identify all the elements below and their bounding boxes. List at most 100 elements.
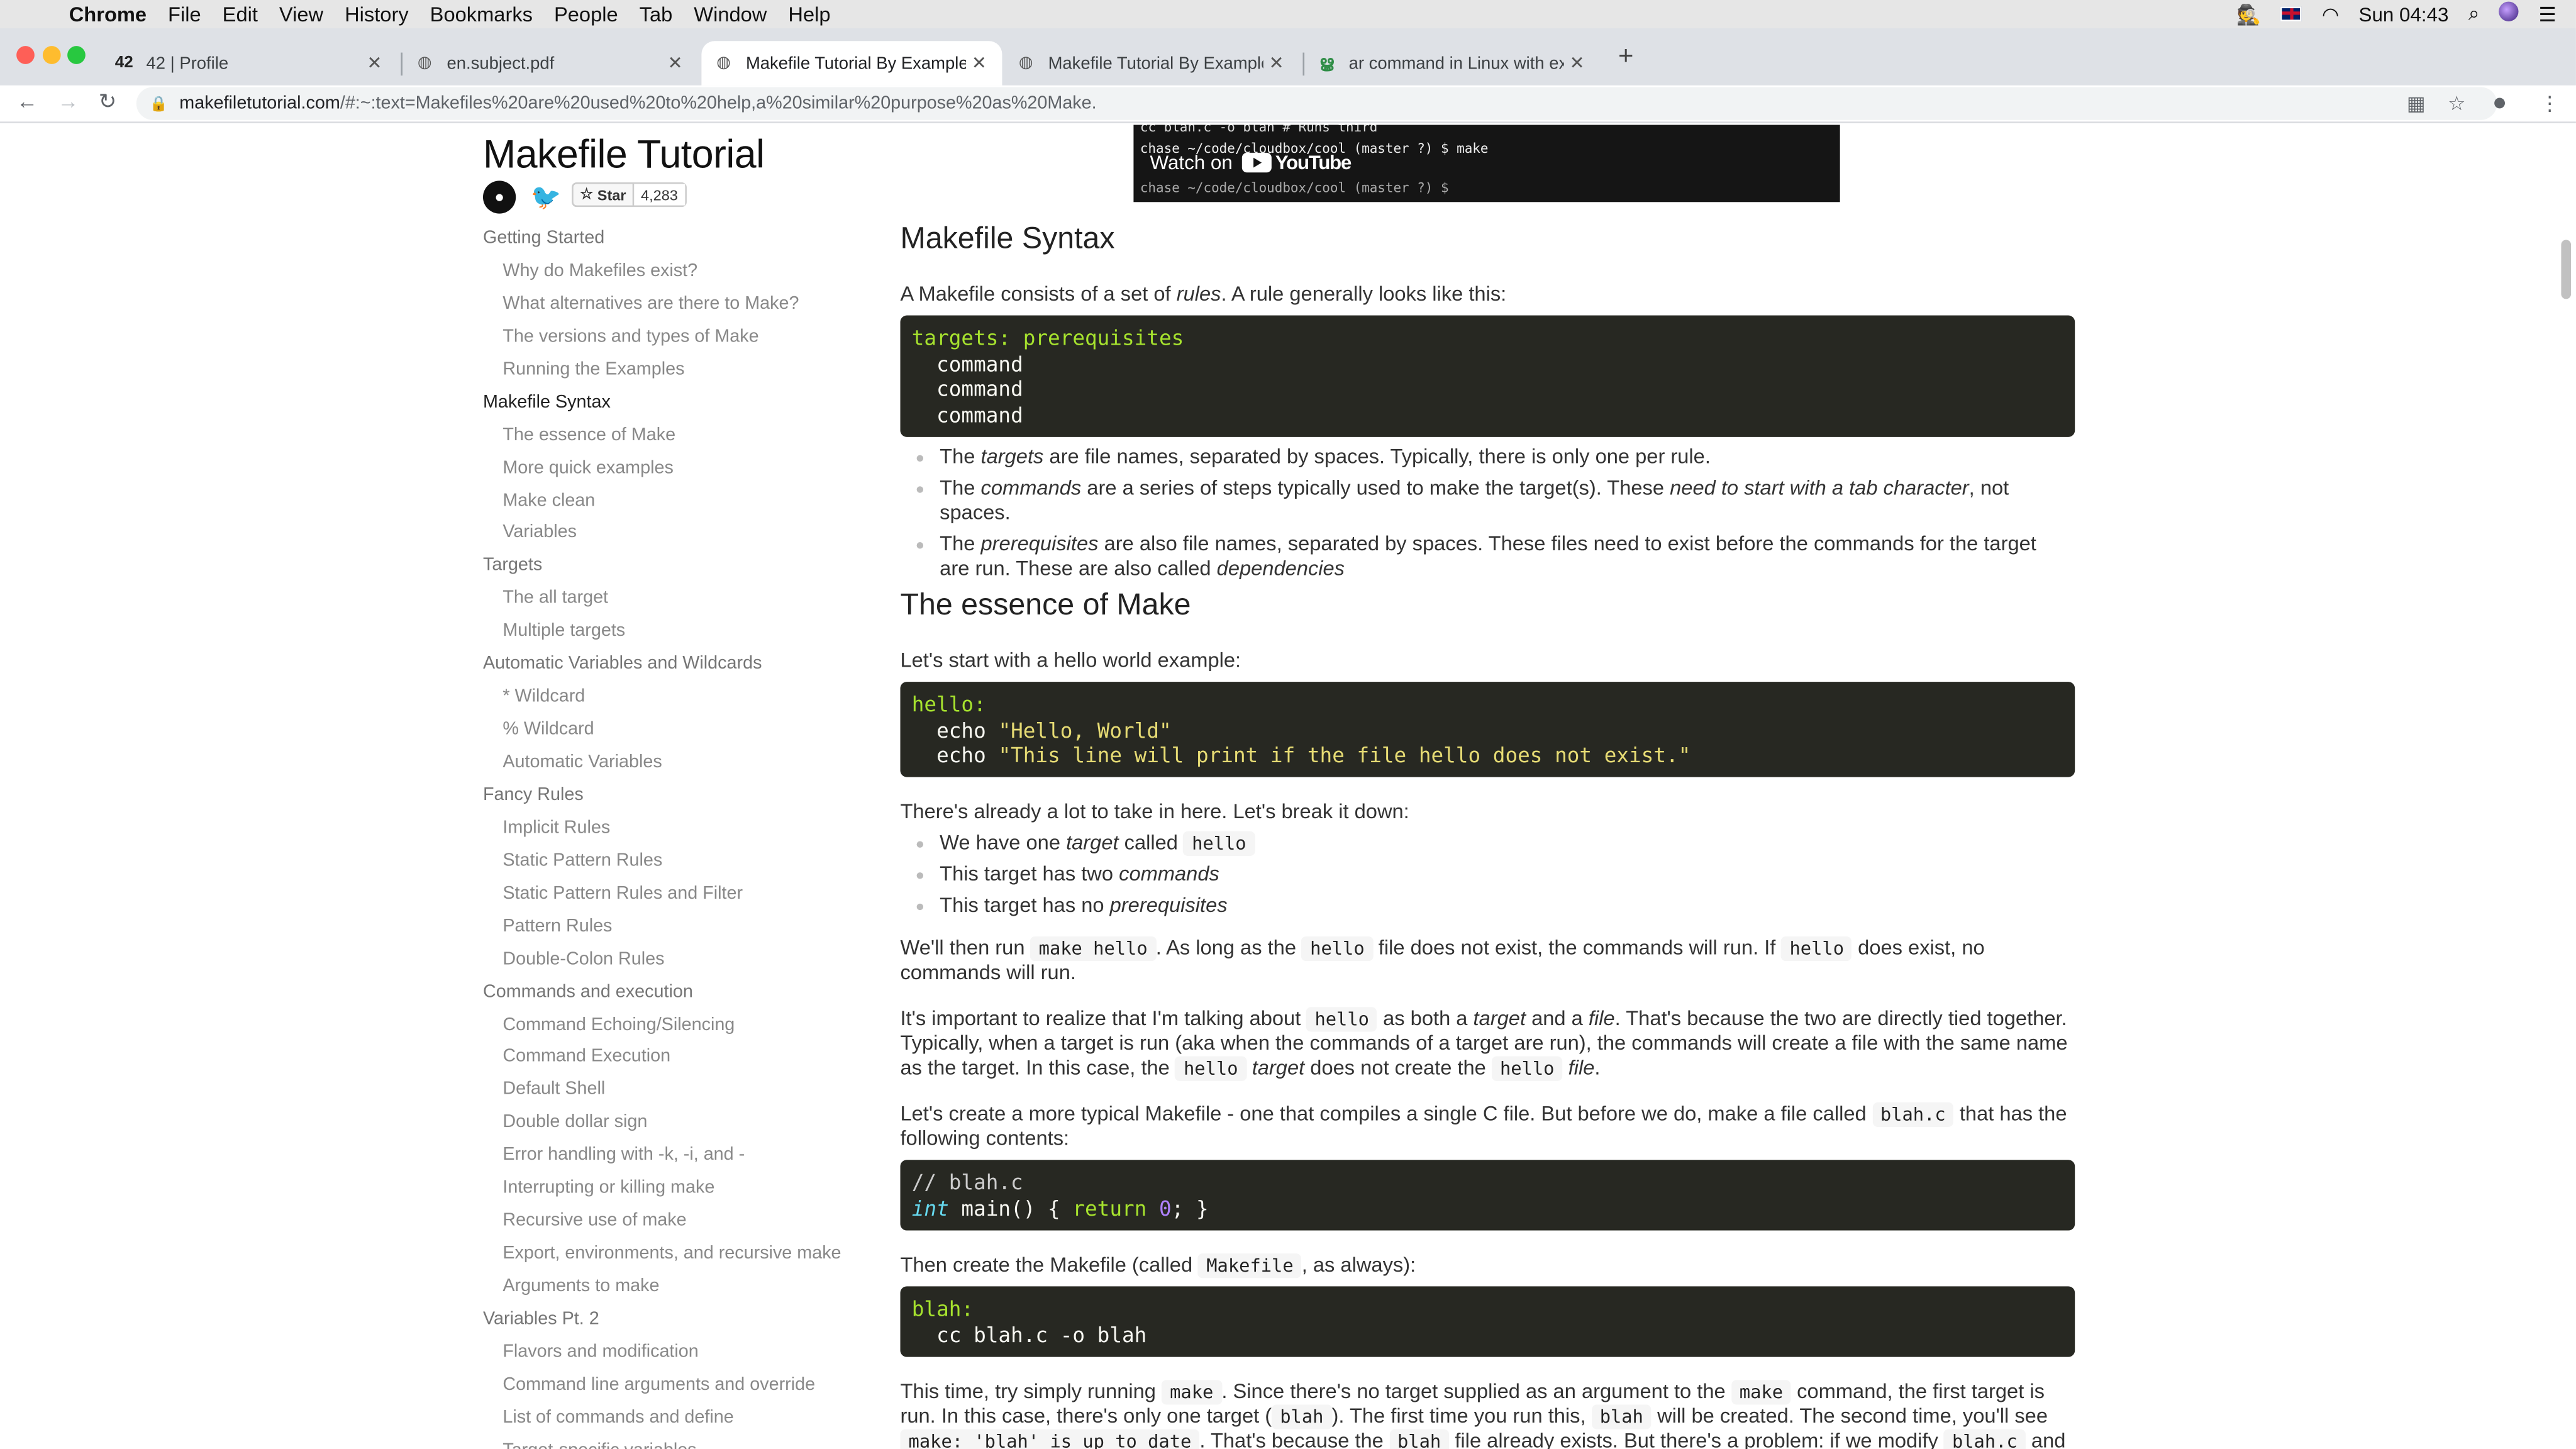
wifi-icon[interactable]: ◠ [2322, 3, 2339, 26]
code-block-blah-makefile[interactable]: blah: cc blah.c -o blah [900, 1286, 2075, 1357]
page-scrollbar-thumb[interactable] [2561, 240, 2572, 299]
chrome-menu-icon[interactable]: ⋮ [2540, 92, 2559, 115]
sidebar-nav-link[interactable]: Static Pattern Rules and Filter [483, 879, 861, 911]
close-tab-icon[interactable]: ✕ [662, 53, 689, 74]
notification-center-icon[interactable]: ☰ [2538, 3, 2556, 26]
address-bar[interactable]: 🔒 makefiletutorial.com/#:~:text=Makefile… [136, 87, 2497, 120]
sidebar-nav-link[interactable]: Command Echoing/Silencing [483, 1009, 861, 1042]
sidebar-nav-link[interactable]: Command Execution [483, 1042, 861, 1075]
sidebar-nav-link[interactable]: Commands and execution [483, 977, 861, 1009]
qr-code-icon[interactable]: ▦ [2407, 92, 2426, 115]
menu-history[interactable]: History [345, 3, 409, 26]
new-tab-plus-icon[interactable]: + [1618, 43, 1633, 72]
sidebar-nav-link[interactable]: More quick examples [483, 453, 861, 486]
sidebar-nav-link[interactable]: Default Shell [483, 1075, 861, 1108]
sidebar-nav-link[interactable]: Pattern Rules [483, 911, 861, 944]
heading-makefile-syntax[interactable]: Makefile Syntax [900, 222, 1114, 252]
close-tab-icon[interactable]: ✕ [966, 53, 992, 74]
sidebar-nav-link[interactable]: Variables [483, 518, 861, 551]
sidebar-nav-link[interactable]: Target-specific variables [483, 1435, 861, 1449]
input-source-flag-icon[interactable] [2280, 3, 2302, 26]
sidebar-nav-link[interactable]: Export, environments, and recursive make [483, 1239, 861, 1272]
sidebar-nav-link[interactable]: % Wildcard [483, 714, 861, 747]
sidebar-nav-link[interactable]: Automatic Variables [483, 748, 861, 780]
menu-bookmarks[interactable]: Bookmarks [430, 3, 533, 26]
menu-app[interactable]: Chrome [69, 3, 147, 26]
close-tab-icon[interactable]: ✕ [1564, 53, 1591, 74]
sidebar-nav-link[interactable]: Multiple targets [483, 616, 861, 649]
sidebar-nav-link[interactable]: Why do Makefiles exist? [483, 256, 861, 289]
sidebar-nav-link[interactable]: Make clean [483, 486, 861, 518]
sidebar-nav-link[interactable]: Flavors and modification [483, 1337, 861, 1370]
reload-icon[interactable]: ↻ [99, 89, 116, 115]
code-block-blah-c[interactable]: // blah.c int main() { return 0; } [900, 1160, 2075, 1231]
profile-avatar-icon[interactable]: ● [2492, 89, 2507, 116]
heading-essence-of-make[interactable]: The essence of Make [900, 589, 1191, 619]
siri-icon[interactable] [2499, 1, 2519, 26]
syntax-bullet-list: The targets are file names, separated by… [913, 445, 2072, 588]
tab-strip: 42 42 | Profile ✕ ◍ en.subject.pdf ✕ ◍ M… [0, 28, 2576, 86]
sidebar-nav-link[interactable]: The all target [483, 584, 861, 616]
close-window-button[interactable] [16, 46, 35, 64]
youtube-video-embed[interactable]: cc blah.c -o blah # Runs third chase ~/c… [1133, 125, 1840, 203]
github-icon[interactable]: ● [482, 180, 516, 214]
sidebar-nav-link[interactable]: Fancy Rules [483, 780, 861, 813]
close-tab-icon[interactable]: ✕ [362, 53, 388, 74]
twitter-icon[interactable]: 🐦 [531, 182, 562, 212]
tab-makefile-tutorial-active[interactable]: ◍ Makefile Tutorial By Example ✕ [701, 41, 1002, 86]
list-item: The commands are a series of steps typic… [913, 477, 2072, 526]
sidebar-nav-link[interactable]: Command line arguments and override [483, 1370, 861, 1402]
menu-tab[interactable]: Tab [640, 3, 673, 26]
browser-toolbar: ← → ↻ 🔒 makefiletutorial.com/#:~:text=Ma… [0, 85, 2576, 123]
watch-on-label: Watch on [1150, 151, 1233, 174]
sidebar-nav-link[interactable]: Error handling with -k, -i, and - [483, 1141, 861, 1174]
sidebar-nav-link[interactable]: The essence of Make [483, 420, 861, 453]
terminal-line: cc blah.c -o blah # Runs third [1140, 125, 1378, 135]
sidebar-nav-link[interactable]: Double dollar sign [483, 1108, 861, 1140]
incognito-icon[interactable]: 🕵 [2236, 3, 2261, 26]
sidebar-nav-link[interactable]: List of commands and define [483, 1402, 861, 1435]
code-block-hello[interactable]: hello: echo "Hello, World" echo "This li… [900, 682, 2075, 777]
url-host: makefiletutorial.com [179, 93, 340, 114]
menubar-clock[interactable]: Sun 04:43 [2359, 3, 2449, 26]
lock-icon[interactable]: 🔒 [150, 94, 168, 113]
sidebar-nav-link[interactable]: The versions and types of Make [483, 322, 861, 355]
tab-makefile-tutorial[interactable]: ◍ Makefile Tutorial By Example ✕ [1004, 41, 1299, 86]
menu-view[interactable]: View [279, 3, 323, 26]
tab-ar-command[interactable]: ൠ ar command in Linux with exam ✕ [1304, 41, 1600, 86]
menu-file[interactable]: File [168, 3, 201, 26]
sidebar-nav-link[interactable]: Implicit Rules [483, 813, 861, 846]
tab-en-subject-pdf[interactable]: ◍ en.subject.pdf ✕ [402, 41, 698, 86]
site-title[interactable]: Makefile Tutorial [483, 133, 765, 179]
sidebar-nav-link[interactable]: Getting Started [483, 223, 861, 256]
sidebar-nav-link[interactable]: What alternatives are there to Make? [483, 289, 861, 321]
tab-42-profile[interactable]: 42 42 | Profile ✕ [102, 41, 397, 86]
sidebar-nav-link[interactable]: Static Pattern Rules [483, 846, 861, 879]
sidebar-nav-link[interactable]: Interrupting or killing make [483, 1174, 861, 1206]
sidebar-nav-link[interactable]: Running the Examples [483, 355, 861, 387]
forward-arrow-icon[interactable]: → [57, 89, 79, 113]
minimize-window-button[interactable] [42, 46, 61, 64]
sidebar-nav-link[interactable]: Double-Colon Rules [483, 944, 861, 977]
sidebar-nav-link[interactable]: Automatic Variables and Wildcards [483, 649, 861, 682]
back-arrow-icon[interactable]: ← [16, 89, 38, 113]
zoom-window-button[interactable] [67, 46, 86, 64]
bookmark-star-icon[interactable]: ☆ [2448, 92, 2465, 115]
menu-window[interactable]: Window [694, 3, 767, 26]
star-count[interactable]: 4,283 [634, 184, 685, 206]
menu-edit[interactable]: Edit [223, 3, 258, 26]
menu-help[interactable]: Help [788, 3, 830, 26]
sidebar-nav-link[interactable]: Makefile Syntax [483, 387, 861, 420]
watch-on-youtube-link[interactable]: Watch on YouTube [1150, 151, 1352, 174]
code-block-rule-syntax[interactable]: targets: prerequisites command command c… [900, 315, 2075, 437]
menu-people[interactable]: People [554, 3, 618, 26]
sidebar-nav-link[interactable]: * Wildcard [483, 682, 861, 714]
sidebar-nav-link[interactable]: Arguments to make [483, 1272, 861, 1304]
github-star-button[interactable]: ☆ Star 4,283 [572, 182, 686, 208]
sidebar-nav-link[interactable]: Targets [483, 551, 861, 584]
sidebar-nav-link[interactable]: Variables Pt. 2 [483, 1304, 861, 1337]
close-tab-icon[interactable]: ✕ [1263, 53, 1290, 74]
youtube-logo-icon: YouTube [1242, 151, 1352, 174]
spotlight-search-icon[interactable]: ⌕ [2468, 2, 2480, 26]
sidebar-nav-link[interactable]: Recursive use of make [483, 1206, 861, 1239]
